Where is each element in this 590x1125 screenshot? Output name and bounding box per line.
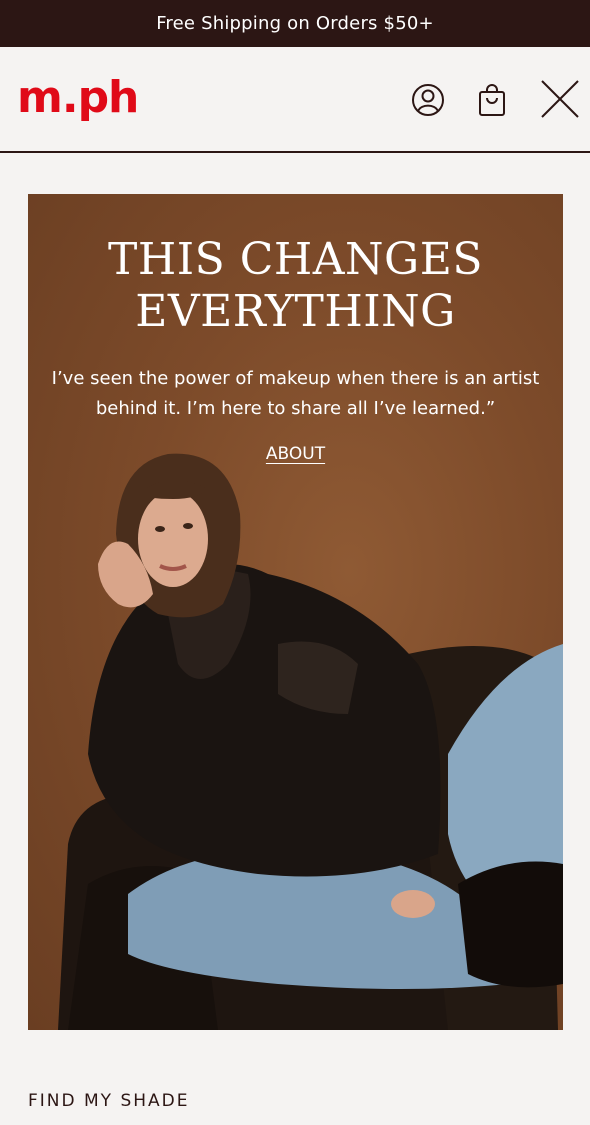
find-my-shade-link[interactable]: FIND MY SHADE: [28, 1091, 190, 1111]
announcement-text: Free Shipping on Orders $50+: [156, 13, 434, 34]
hero-title: THIS CHANGES EVERYTHING: [28, 234, 563, 338]
close-icon: [541, 80, 579, 118]
close-menu-button[interactable]: [536, 75, 584, 123]
hero-quote: I’ve seen the power of makeup when there…: [51, 368, 540, 419]
hero-link-wrapper: ABOUT: [28, 444, 563, 464]
hero-title-line1: THIS CHANGES: [108, 234, 483, 285]
hero-banner: THIS CHANGES EVERYTHING I’ve seen the po…: [28, 194, 563, 1030]
shopping-bag-icon: [479, 84, 505, 116]
site-header: m.ph: [0, 47, 590, 153]
brand-logo[interactable]: m.ph: [17, 73, 139, 123]
account-button[interactable]: [408, 80, 448, 120]
cart-button[interactable]: [472, 80, 512, 120]
hero-title-line2: EVERYTHING: [135, 286, 456, 337]
account-icon: [412, 84, 444, 116]
announcement-bar: Free Shipping on Orders $50+: [0, 0, 590, 47]
about-link[interactable]: ABOUT: [266, 444, 325, 464]
